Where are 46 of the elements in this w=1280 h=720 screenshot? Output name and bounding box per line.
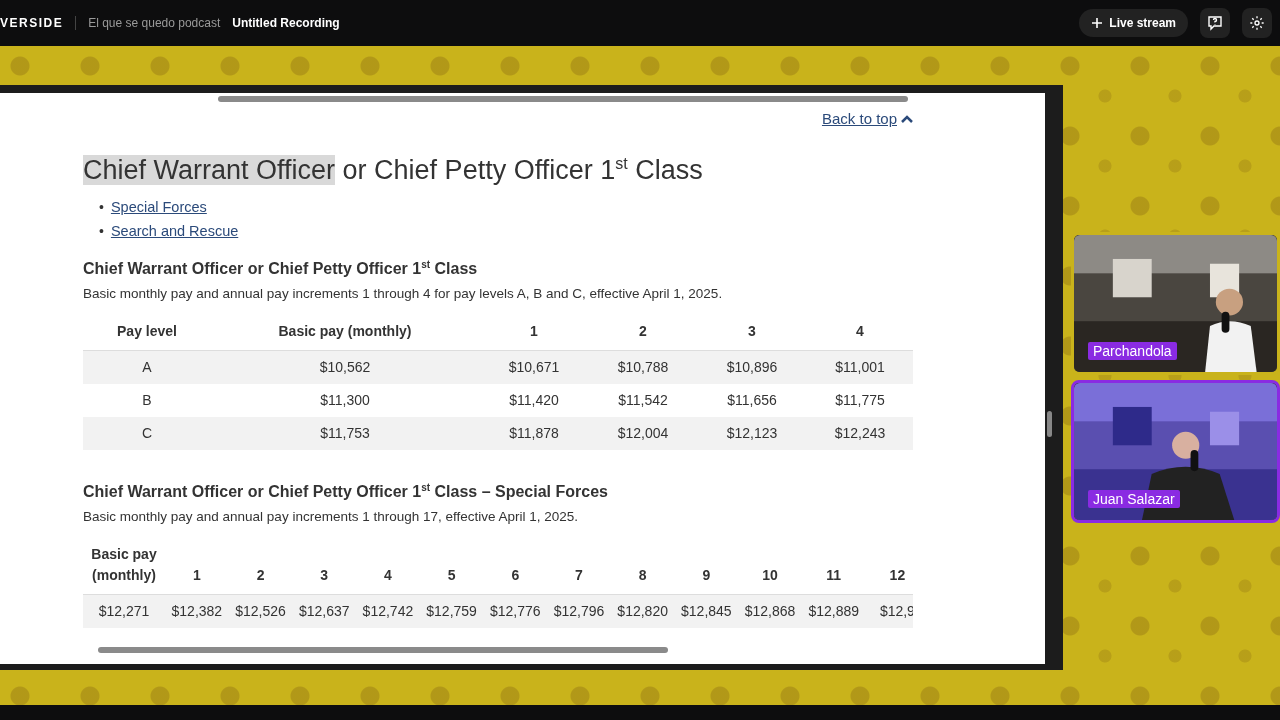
table-cell: $10,671: [479, 351, 589, 384]
table-cell: $12,820: [610, 595, 675, 628]
plus-icon: [1091, 17, 1104, 29]
recording-title[interactable]: Untitled Recording: [232, 16, 340, 30]
table-cell: $12,382: [165, 595, 229, 628]
table-cell: $11,878: [479, 417, 589, 450]
table-cell: $12,637: [292, 595, 357, 628]
table-cell: $12,004: [589, 417, 697, 450]
table-heading: Chief Warrant Officer or Chief Petty Officer 1$^{st}$ Class: [83, 257, 479, 279]
table-cell: $10,788: [589, 351, 697, 384]
table-cell: A: [83, 351, 211, 384]
chevron-up-icon: [901, 113, 913, 124]
help-chat-icon: [1207, 15, 1223, 31]
settings-icon: [1249, 15, 1265, 31]
section-link[interactable]: Search and Rescue: [110, 219, 239, 243]
table-cell: $12,742: [356, 595, 420, 628]
table-cell: $12,889: [801, 595, 866, 628]
table-cell: $11,753: [211, 417, 479, 450]
participant-name: Juan Salazar: [1088, 490, 1180, 508]
live-stream-button[interactable]: Live stream: [1079, 9, 1188, 37]
table-cell: $12,868: [738, 595, 802, 628]
help-chat-button[interactable]: [1200, 8, 1230, 38]
table-cell: $12,271: [83, 595, 165, 628]
brand-name: VERSIDE: [0, 16, 77, 30]
table-heading: Chief Warrant Officer or Chief Petty Officer 1$^{st}$ Class – Special Forces: [83, 480, 609, 502]
participant-name: Parchandola: [1088, 342, 1177, 360]
table-cell: $12,123: [697, 417, 807, 450]
table-cell: $12,776: [483, 595, 548, 628]
project-name[interactable]: El que se quedo podcast: [88, 16, 221, 30]
table-cell: $10,896: [697, 351, 807, 384]
bullet: •: [99, 222, 104, 241]
settings-button[interactable]: [1242, 8, 1272, 38]
page-heading: Chief Warrant Officer or Chief Petty Officer 1$^{st}$ Class: [83, 154, 704, 187]
table-caption: Basic monthly pay and annual pay increments 1 through 4 for pay levels A, B and C, effective April 1, 2025.: [83, 285, 724, 303]
back-to-top-link[interactable]: Back to top: [821, 110, 913, 127]
table-cell: $11,001: [807, 351, 913, 384]
bullet: •: [99, 198, 104, 217]
table-cell: C: [83, 417, 211, 450]
table-cell: $12,796: [547, 595, 611, 628]
section-link[interactable]: Special Forces: [110, 195, 207, 219]
table-cell: $10,562: [211, 351, 479, 384]
table-cell: $12,845: [674, 595, 739, 628]
table-cell: $12,759: [419, 595, 484, 628]
table-caption: Basic monthly pay and annual pay increments 1 through 17, effective April 1, 2025.: [83, 508, 580, 526]
table-cell: $12,526: [228, 595, 293, 628]
table-cell: $12,243: [807, 417, 913, 450]
